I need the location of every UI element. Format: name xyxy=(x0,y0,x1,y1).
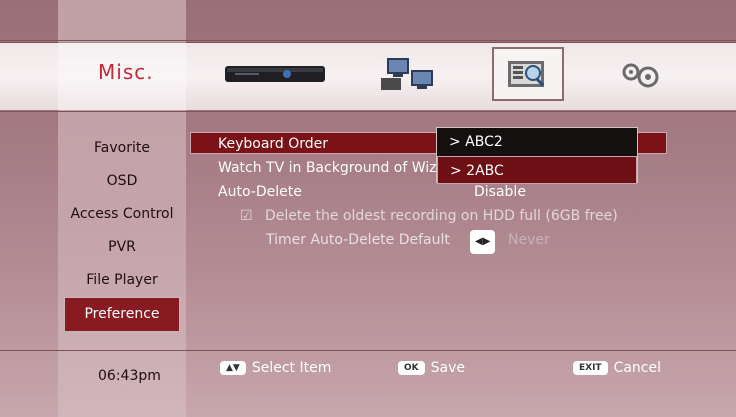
hint-select-item: ▲▼ Select Item xyxy=(220,360,331,376)
up-down-arrows-icon: ▲▼ xyxy=(220,361,246,375)
set-top-box-icon[interactable] xyxy=(222,47,330,101)
hint-save: OK Save xyxy=(398,360,465,376)
sidebar-item-file-player[interactable]: File Player xyxy=(58,264,186,297)
page-title: Misc. xyxy=(98,60,154,84)
sidebar-item-preference[interactable]: Preference xyxy=(64,297,180,332)
sidebar-item-pvr[interactable]: PVR xyxy=(58,231,186,264)
hint-save-label: Save xyxy=(430,360,465,376)
setting-value: Never xyxy=(508,232,550,248)
sidebar-item-access-control[interactable]: Access Control xyxy=(58,198,186,231)
hint-cancel-label: Cancel xyxy=(613,360,662,376)
footer-divider xyxy=(0,350,736,351)
setting-row-watch-tv-background[interactable]: Watch TV in Background of Wiz xyxy=(194,156,437,180)
setting-label: Auto-Delete xyxy=(218,184,302,200)
ok-key-icon: OK xyxy=(398,361,425,375)
hint-select-label: Select Item xyxy=(251,360,332,376)
hint-cancel: EXIT Cancel xyxy=(573,360,661,376)
top-divider xyxy=(0,40,736,41)
dropdown-option-2abc[interactable]: > 2ABC xyxy=(437,156,637,184)
exit-key-icon: EXIT xyxy=(573,361,608,375)
dropdown-option-abc2[interactable]: > ABC2 xyxy=(437,128,637,156)
setting-row-timer-auto-delete[interactable]: Timer Auto-Delete Default ◀▶ Never xyxy=(194,228,550,254)
sidebar-item-favorite[interactable]: Favorite xyxy=(58,132,186,165)
setting-label: Watch TV in Background of Wiz xyxy=(218,160,437,176)
setting-label: Delete the oldest recording on HDD full … xyxy=(265,208,618,224)
setting-row-auto-delete[interactable]: Auto-Delete Disable xyxy=(194,180,526,204)
sidebar-item-osd[interactable]: OSD xyxy=(58,165,186,198)
checkbox-icon[interactable]: ☑ xyxy=(240,208,253,224)
setting-label: Timer Auto-Delete Default xyxy=(266,232,450,248)
setting-label: Keyboard Order xyxy=(218,136,329,152)
setting-row-delete-oldest[interactable]: ☑ Delete the oldest recording on HDD ful… xyxy=(194,204,618,228)
clock-time: 06:43pm xyxy=(98,368,161,384)
keyboard-order-dropdown[interactable]: > ABC2 > 2ABC xyxy=(436,127,638,184)
left-right-arrows-icon: ◀▶ xyxy=(470,230,496,254)
header-divider xyxy=(0,111,736,112)
network-computers-icon[interactable] xyxy=(378,47,442,101)
settings-gears-icon[interactable] xyxy=(610,47,670,101)
sidebar: Favorite OSD Access Control PVR File Pla… xyxy=(58,132,186,332)
search-media-icon[interactable] xyxy=(492,47,564,101)
